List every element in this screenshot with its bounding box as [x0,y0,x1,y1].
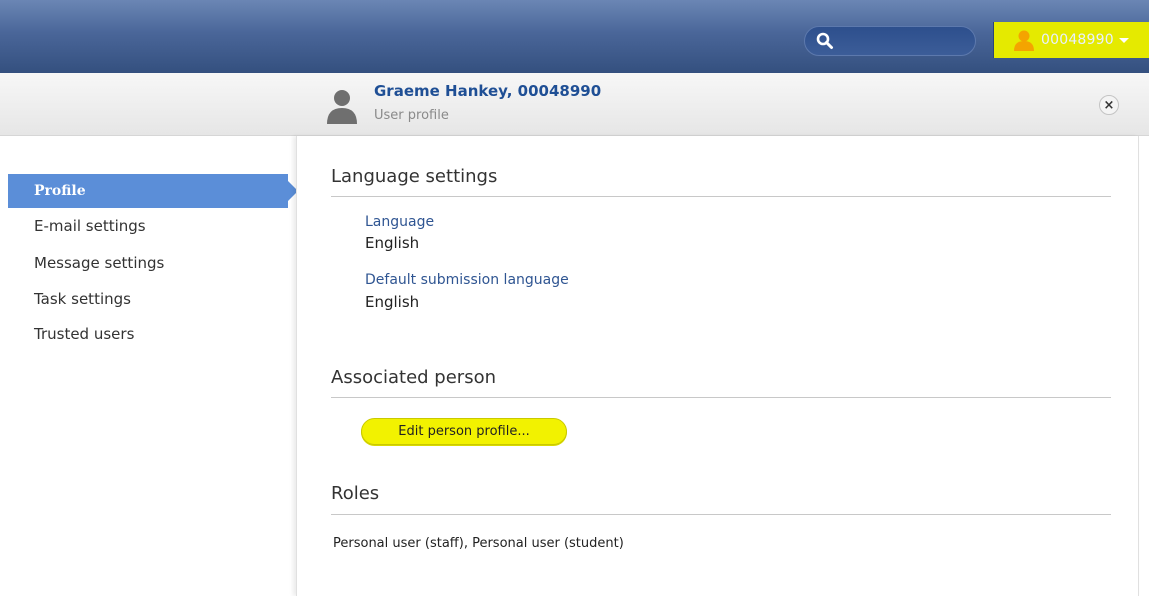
language-value: English [365,234,420,252]
section-divider [331,196,1111,197]
sidebar-item-message-settings[interactable]: Message settings [8,246,288,280]
close-button[interactable]: × [1099,95,1119,115]
language-label: Language [365,214,435,230]
user-menu-button[interactable]: 00048990 [993,22,1149,58]
avatar [327,90,357,124]
language-settings-heading: Language settings [331,166,498,187]
section-divider [331,514,1111,515]
sidebar-item-label: Message settings [34,254,165,272]
sidebar: Profile E-mail settings Message settings… [0,136,298,596]
sidebar-item-label: Trusted users [34,325,135,343]
sidebar-item-profile[interactable]: Profile [8,174,298,208]
edit-person-profile-button[interactable]: Edit person profile... [361,418,567,445]
sidebar-item-trusted-users[interactable]: Trusted users [8,317,288,351]
main-content: Language settings Language English Defau… [296,136,1139,596]
user-icon [1014,30,1034,51]
page-subtitle: User profile [374,108,449,123]
roles-list: Personal user (staff), Personal user (st… [333,536,624,551]
sidebar-item-label: E-mail settings [34,217,146,235]
default-submission-language-value: English [365,293,420,311]
section-divider [331,397,1111,398]
top-navigation-bar: 00048990 [0,0,1149,73]
sidebar-item-task-settings[interactable]: Task settings [8,282,288,316]
search-input[interactable] [804,26,976,56]
roles-heading: Roles [331,483,380,504]
user-id-label: 00048990 [1041,32,1114,48]
associated-person-heading: Associated person [331,367,496,388]
close-icon: × [1103,97,1115,113]
sidebar-item-label: Profile [34,183,86,199]
edit-person-profile-label: Edit person profile... [398,424,530,439]
sidebar-item-email-settings[interactable]: E-mail settings [8,209,288,243]
search-icon [816,32,833,49]
default-submission-language-label: Default submission language [365,272,569,288]
chevron-down-icon [1118,37,1129,43]
sidebar-item-label: Task settings [34,290,131,308]
page-title: Graeme Hankey, 00048990 [374,82,602,100]
